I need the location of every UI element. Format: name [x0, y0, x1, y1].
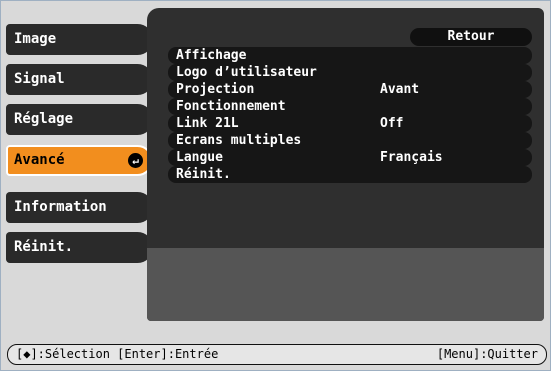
sidebar-item-information[interactable]: Information	[6, 192, 153, 223]
panel-empty-area	[147, 248, 544, 321]
sidebar-item-avance[interactable]: Avancé ↵	[6, 145, 153, 176]
menu-row-label: Langue	[176, 150, 223, 165]
menu-row-label: Fonctionnement	[176, 99, 286, 114]
status-help-left: [◆]:Sélection [Enter]:Entrée	[16, 347, 219, 361]
menu-row-logo[interactable]: Logo d’utilisateur	[168, 64, 532, 81]
return-button[interactable]: Retour	[410, 28, 532, 46]
enter-icon: ↵	[128, 153, 143, 168]
sidebar-item-reglage[interactable]: Réglage	[6, 104, 153, 135]
sidebar-item-label: Signal	[14, 71, 65, 87]
menu-row-link21l[interactable]: Link 21L Off	[168, 115, 532, 132]
menu-row-value: Off	[380, 116, 404, 131]
sidebar-item-label: Image	[14, 31, 57, 47]
menu-row-label: Ecrans multiples	[176, 133, 302, 148]
menu-row-label: Projection	[176, 82, 255, 97]
sidebar-item-label: Réglage	[14, 111, 74, 127]
menu-row-affichage[interactable]: Affichage	[168, 47, 532, 64]
sidebar-item-signal[interactable]: Signal	[6, 64, 153, 95]
menu-row-label: Logo d’utilisateur	[176, 65, 317, 80]
menu-row-projection[interactable]: Projection Avant	[168, 81, 532, 98]
sidebar-item-reinit[interactable]: Réinit.	[6, 232, 153, 263]
status-help-right: [Menu]:Quitter	[436, 347, 538, 361]
sidebar-item-label: Avancé	[14, 152, 65, 168]
menu-row-langue[interactable]: Langue Français	[168, 149, 532, 166]
menu-row-value: Avant	[380, 82, 420, 97]
sidebar-item-image[interactable]: Image	[6, 24, 153, 55]
menu-row-ecrans[interactable]: Ecrans multiples	[168, 132, 532, 149]
menu-row-reinit[interactable]: Réinit.	[168, 166, 532, 183]
status-bar: [◆]:Sélection [Enter]:Entrée [Menu]:Quit…	[7, 344, 547, 365]
sidebar-item-label: Réinit.	[14, 239, 74, 255]
menu-row-label: Affichage	[176, 48, 247, 63]
menu-row-label: Link 21L	[176, 116, 239, 131]
sidebar-item-label: Information	[14, 199, 107, 215]
menu-row-fonctionnement[interactable]: Fonctionnement	[168, 98, 532, 115]
menu-row-value: Français	[380, 150, 443, 165]
menu-row-label: Réinit.	[176, 167, 231, 182]
